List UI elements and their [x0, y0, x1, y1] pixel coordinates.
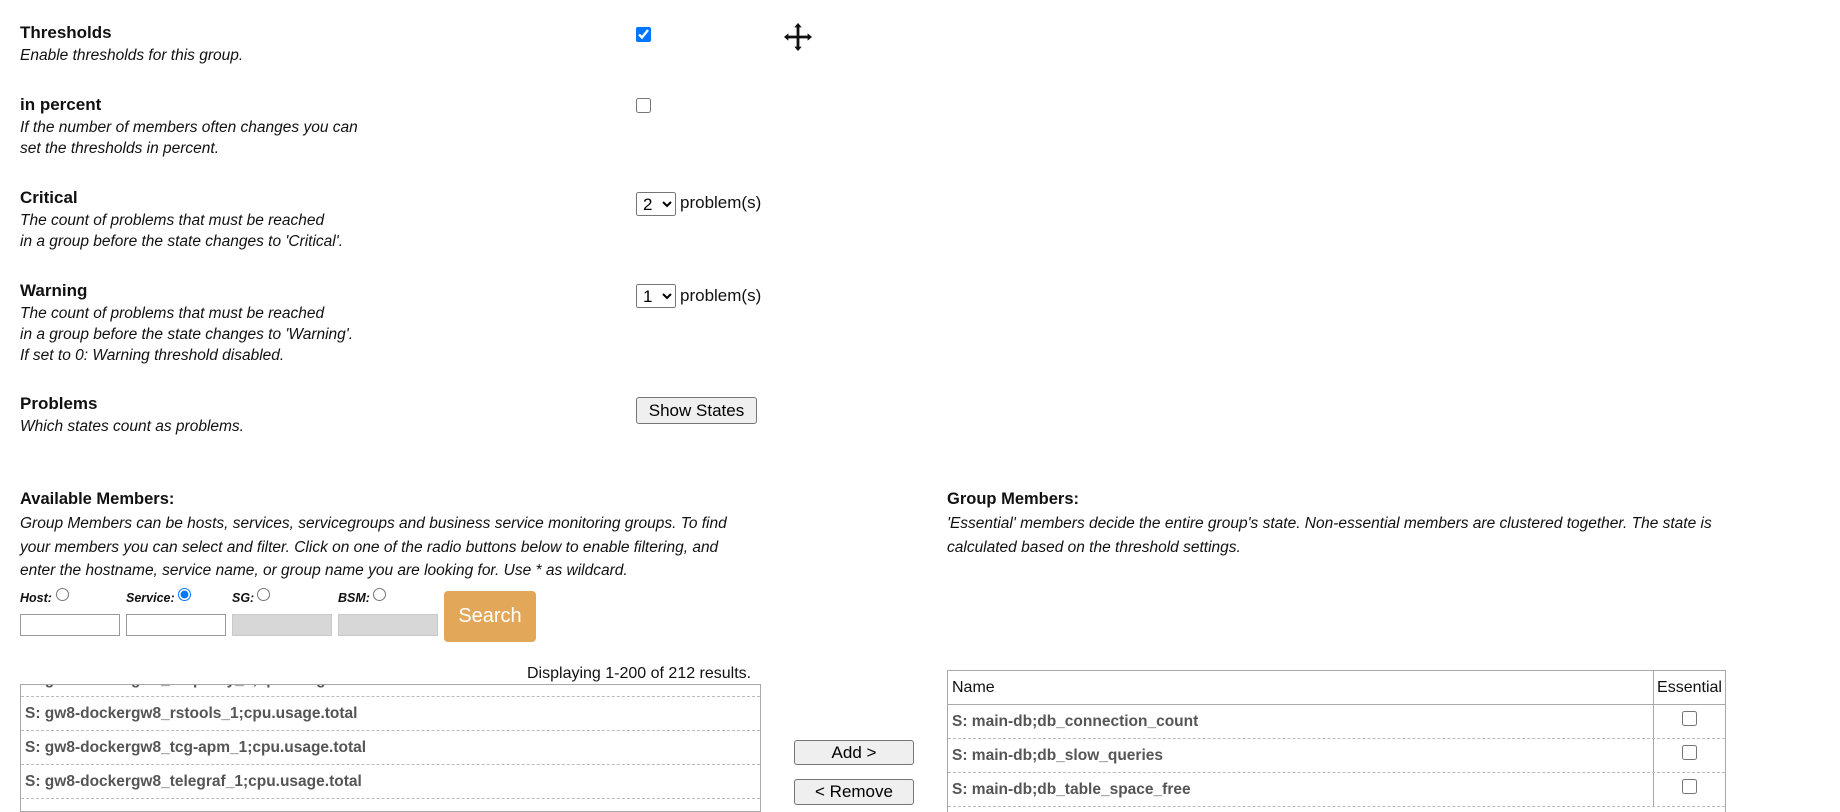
available-desc-line: Group Members can be hosts, services, se… [20, 515, 727, 532]
thresholds-desc: Enable thresholds for this group. [20, 47, 244, 64]
problems-desc: Which states count as problems. [20, 418, 244, 435]
filter-service-radio[interactable] [178, 588, 191, 601]
list-item[interactable]: S: gw8-dockergw8_tcg-apm_1;cpu.usage.tot… [21, 731, 760, 765]
warning-select[interactable]: 1 [636, 284, 676, 308]
filter-sg-radio[interactable] [257, 588, 270, 601]
move-cursor-icon [782, 21, 814, 53]
essential-checkbox[interactable] [1682, 745, 1697, 760]
results-count: Displaying 1-200 of 212 results. [527, 665, 752, 682]
thresholds-title: Thresholds [20, 23, 112, 42]
member-name: S: main-db;db_slow_queries [948, 739, 1654, 772]
critical-desc-line: in a group before the state changes to '… [20, 233, 343, 250]
table-header: Name Essential [948, 671, 1725, 705]
essential-cell [1654, 773, 1725, 806]
filter-sg-input[interactable] [232, 614, 332, 636]
filter-host-input[interactable] [20, 614, 120, 636]
group-desc-line: 'Essential' members decide the entire gr… [947, 515, 1712, 532]
warning-unit: problem(s) [680, 286, 762, 305]
column-header-name[interactable]: Name [948, 671, 1654, 704]
problems-title: Problems [20, 394, 98, 413]
filter-service-input[interactable] [126, 614, 226, 636]
filter-sg-label: SG: [232, 591, 255, 605]
filter-bsm-label: BSM: [338, 591, 370, 605]
group-members-desc: 'Essential' members decide the entire gr… [947, 512, 1712, 559]
remove-member-button[interactable]: < Remove [794, 779, 914, 805]
available-members-title: Available Members: [20, 490, 175, 508]
in-percent-desc: If the number of members often changes y… [20, 117, 358, 159]
table-row[interactable]: S: main-db;db_table_space_free [948, 773, 1725, 807]
warning-desc-line: in a group before the state changes to '… [20, 326, 354, 343]
critical-select[interactable]: 2 [636, 192, 676, 216]
critical-title: Critical [20, 188, 78, 207]
group-desc-line: calculated based on the threshold settin… [947, 538, 1241, 556]
filter-bsm-input[interactable] [338, 614, 438, 636]
in-percent-desc-line: set the thresholds in percent. [20, 140, 220, 157]
critical-desc-line: The count of problems that must be reach… [20, 212, 325, 229]
warning-title: Warning [20, 281, 88, 300]
member-name: S: main-db;db_connection_count [948, 705, 1654, 738]
group-members-title: Group Members: [947, 490, 1080, 508]
essential-checkbox[interactable] [1682, 711, 1697, 726]
available-desc-line: enter the hostname, service name, or gro… [20, 562, 628, 579]
list-item[interactable]: S: gw8-dockergw8_revproxy_1;cpu.usage.to… [21, 685, 760, 697]
in-percent-desc-line: If the number of members often changes y… [20, 119, 358, 136]
filter-host-label: Host: [20, 591, 52, 605]
table-row[interactable]: S: main-db;db_slow_queries [948, 739, 1725, 773]
warning-desc-line: The count of problems that must be reach… [20, 305, 325, 322]
in-percent-checkbox[interactable] [636, 98, 651, 113]
filter-service-label: Service: [126, 591, 175, 605]
warning-desc: The count of problems that must be reach… [20, 303, 353, 366]
group-members-table: Name Essential S: main-db;db_connection_… [947, 670, 1726, 812]
column-header-essential[interactable]: Essential [1654, 671, 1725, 704]
show-states-button[interactable]: Show States [636, 397, 757, 424]
search-button[interactable]: Search [444, 591, 536, 642]
thresholds-checkbox[interactable] [636, 27, 651, 42]
essential-cell [1654, 705, 1725, 738]
add-member-button[interactable]: Add > [794, 740, 914, 765]
essential-cell [1654, 739, 1725, 772]
member-name: S: main-db;db_table_space_free [948, 773, 1654, 806]
essential-checkbox[interactable] [1682, 779, 1697, 794]
list-item[interactable]: S: gw8-dockergw8_rstools_1;cpu.usage.tot… [21, 697, 760, 731]
table-row[interactable]: S: main-db;db_connection_count [948, 705, 1725, 739]
available-members-desc: Group Members can be hosts, services, se… [20, 512, 727, 583]
available-desc-line: your members you can select and filter. … [20, 538, 719, 556]
critical-desc: The count of problems that must be reach… [20, 210, 343, 252]
warning-desc-line: If set to 0: Warning threshold disabled. [20, 347, 285, 364]
in-percent-title: in percent [20, 95, 102, 114]
filter-bsm-radio[interactable] [373, 588, 386, 601]
list-item[interactable]: S: gw8-dockergw8_telegraf_1;cpu.usage.to… [21, 765, 760, 799]
filter-host-radio[interactable] [56, 588, 69, 601]
critical-unit: problem(s) [680, 193, 762, 212]
available-members-list[interactable]: S: gw8-dockergw8_revproxy_1;cpu.usage.to… [20, 684, 761, 812]
